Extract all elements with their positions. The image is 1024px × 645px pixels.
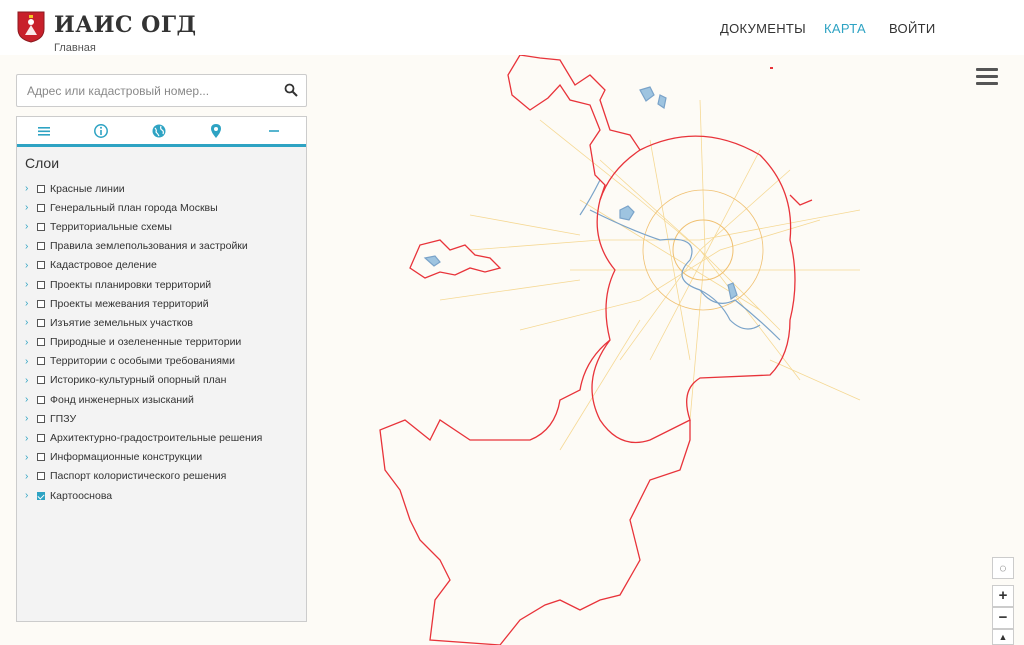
compass-button[interactable]: ▲ <box>992 629 1014 645</box>
pin-icon[interactable] <box>208 123 224 139</box>
layer-label: Кадастровое деление <box>50 259 157 272</box>
chevron-right-icon[interactable]: › <box>25 471 37 482</box>
layer-item[interactable]: › Проекты планировки территорий <box>25 275 262 294</box>
loading-spinner-icon: ◌ <box>992 557 1014 579</box>
layer-label: Архитектурно-градостроительные решения <box>50 432 263 445</box>
layer-checkbox[interactable] <box>37 338 45 347</box>
minus-icon[interactable] <box>266 123 282 139</box>
layer-label: Правила землепользования и застройки <box>50 240 248 253</box>
chevron-right-icon[interactable]: › <box>25 183 37 194</box>
layer-label: Природные и озелененные территории <box>50 336 242 349</box>
layer-item[interactable]: › Паспорт колористического решения <box>25 467 262 486</box>
moscow-boundary <box>379 55 813 645</box>
layer-label: Паспорт колористического решения <box>50 470 227 483</box>
nav-documents[interactable]: ДОКУМЕНТЫ <box>720 21 806 36</box>
layer-checkbox[interactable] <box>37 203 45 212</box>
panel-tabs <box>17 117 306 147</box>
breadcrumb[interactable]: Главная <box>54 42 96 54</box>
layer-label: Красные линии <box>50 182 125 195</box>
layer-label: Фонд инженерных изысканий <box>50 393 194 406</box>
moscow-coat-of-arms-icon[interactable] <box>17 11 45 43</box>
layer-item[interactable]: › Архитектурно-градостроительные решения <box>25 428 262 447</box>
layer-label: Территории с особыми требованиями <box>50 355 235 368</box>
chevron-right-icon[interactable]: › <box>25 490 37 501</box>
globe-icon[interactable] <box>151 123 167 139</box>
layers-panel: Слои › Красные линии › Генеральный план гор… <box>16 116 307 622</box>
layer-item[interactable]: › Информационные конструкции <box>25 448 262 467</box>
layer-item[interactable]: › ГПЗУ <box>25 409 262 428</box>
layer-item[interactable]: › Проекты межевания территорий <box>25 294 262 313</box>
chevron-right-icon[interactable]: › <box>25 279 37 290</box>
layer-label: Информационные конструкции <box>50 451 203 464</box>
search-icon[interactable] <box>284 83 298 97</box>
header: ИАИС ОГД Главная ДОКУМЕНТЫ КАРТА ВОЙТИ <box>0 0 1024 55</box>
layer-label: Историко-культурный опорный план <box>50 374 227 387</box>
map-menu-button[interactable] <box>976 68 998 85</box>
layer-checkbox[interactable] <box>37 434 45 443</box>
layer-item[interactable]: › Красные линии <box>25 179 262 198</box>
chevron-right-icon[interactable]: › <box>25 221 37 232</box>
chevron-right-icon[interactable]: › <box>25 394 37 405</box>
chevron-right-icon[interactable]: › <box>25 452 37 463</box>
layer-item[interactable]: › Территориальные схемы <box>25 217 262 236</box>
layer-checkbox[interactable] <box>37 318 45 327</box>
chevron-right-icon[interactable]: › <box>25 433 37 444</box>
layer-checkbox[interactable] <box>37 453 45 462</box>
layer-checkbox[interactable] <box>37 280 45 289</box>
search-input[interactable] <box>25 82 275 100</box>
layer-label: Проекты планировки территорий <box>50 278 212 291</box>
app-title[interactable]: ИАИС ОГД <box>54 12 197 38</box>
chevron-right-icon[interactable]: › <box>25 375 37 386</box>
chevron-right-icon[interactable]: › <box>25 260 37 271</box>
layer-checkbox[interactable] <box>37 491 45 500</box>
layer-item[interactable]: › Генеральный план города Москвы <box>25 198 262 217</box>
layer-checkbox[interactable] <box>37 395 45 404</box>
chevron-right-icon[interactable]: › <box>25 413 37 424</box>
info-icon[interactable] <box>93 123 109 139</box>
layer-item[interactable]: › Картооснова <box>25 486 262 505</box>
layer-checkbox[interactable] <box>37 299 45 308</box>
chevron-right-icon[interactable]: › <box>25 202 37 213</box>
list-icon[interactable] <box>36 123 52 139</box>
layer-item[interactable]: › Изъятие земельных участков <box>25 313 262 332</box>
layer-checkbox[interactable] <box>37 357 45 366</box>
layer-checkbox[interactable] <box>37 472 45 481</box>
layer-label: Изъятие земельных участков <box>50 316 193 329</box>
layer-label: Генеральный план города Москвы <box>50 201 218 214</box>
chevron-right-icon[interactable]: › <box>25 356 37 367</box>
layer-label: Проекты межевания территорий <box>50 297 209 310</box>
layer-item[interactable]: › Природные и озелененные территории <box>25 333 262 352</box>
nav-map[interactable]: КАРТА <box>824 21 866 36</box>
layer-checkbox[interactable] <box>37 261 45 270</box>
layer-item[interactable]: › Историко-культурный опорный план <box>25 371 262 390</box>
chevron-right-icon[interactable]: › <box>25 241 37 252</box>
layer-list: › Красные линии › Генеральный план города М… <box>25 179 262 505</box>
road-network <box>439 99 861 451</box>
chevron-right-icon[interactable]: › <box>25 298 37 309</box>
layer-item[interactable]: › Территории с особыми требованиями <box>25 352 262 371</box>
layer-checkbox[interactable] <box>37 222 45 231</box>
nav-login[interactable]: ВОЙТИ <box>889 21 935 36</box>
layer-item[interactable]: › Кадастровое деление <box>25 256 262 275</box>
chevron-right-icon[interactable]: › <box>25 317 37 328</box>
layer-label: Территориальные схемы <box>50 220 172 233</box>
search-box <box>16 74 307 107</box>
chevron-right-icon[interactable]: › <box>25 337 37 348</box>
layer-checkbox[interactable] <box>37 414 45 423</box>
zoom-out-button[interactable]: − <box>992 607 1014 629</box>
layer-label: Картооснова <box>50 489 113 502</box>
layer-checkbox[interactable] <box>37 376 45 385</box>
layer-checkbox[interactable] <box>37 184 45 193</box>
layer-item[interactable]: › Правила землепользования и застройки <box>25 237 262 256</box>
layer-item[interactable]: › Фонд инженерных изысканий <box>25 390 262 409</box>
layer-checkbox[interactable] <box>37 242 45 251</box>
layer-label: ГПЗУ <box>50 412 77 425</box>
panel-title: Слои <box>25 155 60 171</box>
zoom-in-button[interactable]: + <box>992 585 1014 607</box>
